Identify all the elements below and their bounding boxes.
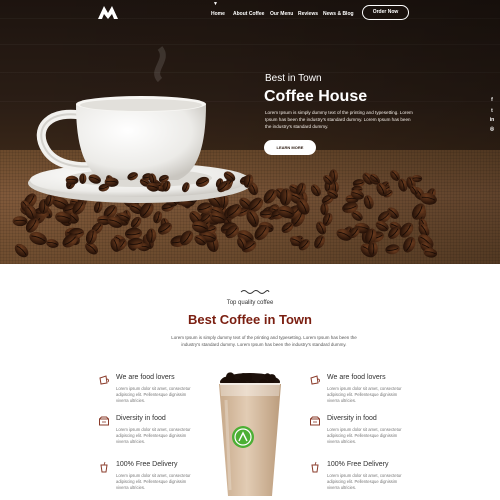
nav-item-home[interactable]: Home: [211, 10, 225, 18]
facebook-icon[interactable]: f: [488, 96, 496, 104]
brand-logo[interactable]: [97, 5, 119, 19]
hero-description: Lorem Ipsum is simply dummy text of the …: [265, 110, 413, 129]
feature-text: Lorem ipsum dolor sit amet, consectetur …: [327, 427, 402, 444]
order-now-button[interactable]: Order Now: [362, 5, 409, 20]
feature-item: 100% Free Delivery Lorem ipsum dolor sit…: [98, 459, 208, 499]
wave-divider-icon: [240, 290, 270, 294]
section-description: Lorem Ipsum is simply dummy text of the …: [171, 335, 357, 347]
coffee-cup-illustration: [12, 46, 438, 258]
section-title: Best Coffee in Town: [188, 312, 312, 327]
feature-item: 100% Free Delivery Lorem ipsum dolor sit…: [309, 459, 419, 499]
feature-item: We are food lovers Lorem ipsum dolor sit…: [309, 372, 419, 412]
food-box-icon: [310, 416, 320, 426]
iced-coffee-cup-image: [219, 372, 281, 496]
coffee-mug-icon: [310, 375, 321, 385]
hero-title: Coffee House: [264, 88, 368, 105]
delivery-cup-icon: [100, 461, 108, 473]
feature-title: 100% Free Delivery: [327, 461, 389, 468]
feature-title: Diversity in food: [116, 415, 166, 422]
feature-title: We are food lovers: [116, 374, 175, 381]
nav-active-indicator: ▼: [213, 1, 218, 7]
feature-item: We are food lovers Lorem ipsum dolor sit…: [98, 372, 208, 412]
hero-eyebrow: Best in Town: [265, 73, 322, 84]
feature-item: Diversity in food Lorem ipsum dolor sit …: [309, 413, 419, 453]
section-eyebrow: Top quality coffee: [226, 300, 274, 306]
nav-item-about-coffee[interactable]: About Coffee: [233, 10, 264, 18]
feature-text: Lorem ipsum dolor sit amet, consectetur …: [327, 386, 402, 403]
nav-item-our-menu[interactable]: Our Menu: [270, 10, 293, 18]
hero-section: ▼ Home About Coffee Our Menu Reviews New…: [0, 0, 500, 264]
feature-text: Lorem ipsum dolor sit amet, consectetur …: [327, 473, 402, 490]
feature-title: We are food lovers: [327, 374, 386, 381]
food-box-icon: [99, 416, 109, 426]
feature-item: Diversity in food Lorem ipsum dolor sit …: [98, 413, 208, 453]
twitter-icon[interactable]: t: [488, 107, 496, 115]
linkedin-icon[interactable]: in: [488, 116, 496, 124]
feature-title: Diversity in food: [327, 415, 377, 422]
nav-item-reviews[interactable]: Reviews: [298, 10, 318, 18]
coffee-mug-icon: [99, 375, 110, 385]
learn-more-button[interactable]: LEARN MORE: [264, 140, 316, 155]
nav-item-news-blog[interactable]: News & Blog: [323, 10, 354, 18]
feature-text: Lorem ipsum dolor sit amet, consectetur …: [116, 473, 191, 490]
instagram-icon[interactable]: ◎: [488, 125, 496, 133]
feature-text: Lorem ipsum dolor sit amet, consectetur …: [116, 427, 191, 444]
feature-title: 100% Free Delivery: [116, 461, 178, 468]
feature-text: Lorem ipsum dolor sit amet, consectetur …: [116, 386, 191, 403]
delivery-cup-icon: [311, 461, 319, 473]
